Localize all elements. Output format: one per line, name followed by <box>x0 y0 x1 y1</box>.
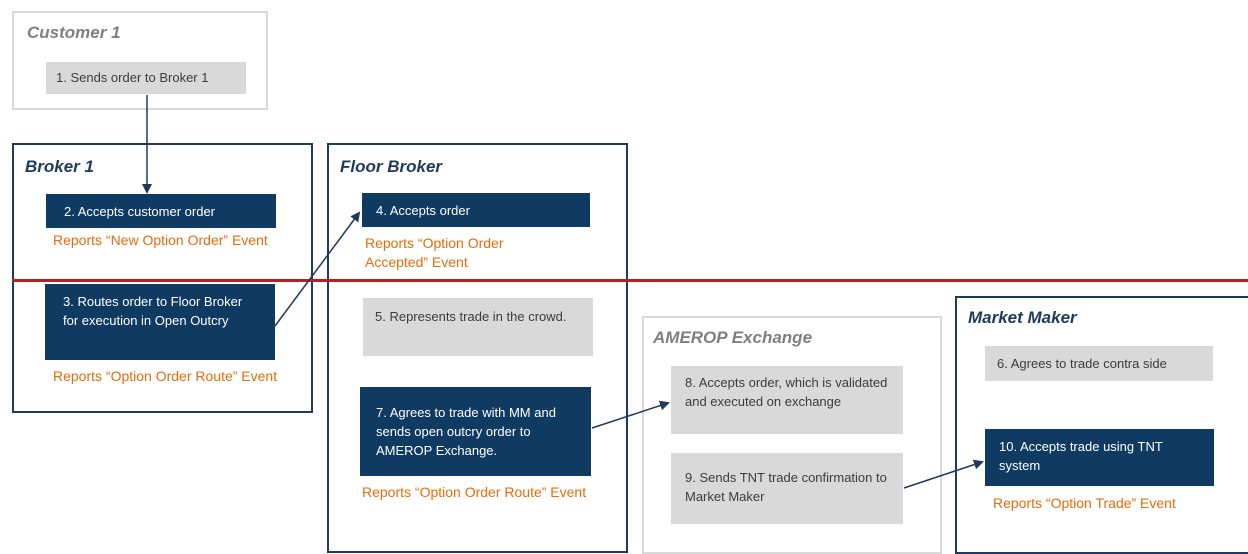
step-9-box: 9. Sends TNT trade confirmation to Marke… <box>671 453 903 524</box>
event-option-order-route-floor: Reports “Option Order Route” Event <box>362 484 587 500</box>
event-new-option-order: Reports “New Option Order” Event <box>53 232 268 248</box>
broker-1-title: Broker 1 <box>25 157 94 176</box>
market-maker-title: Market Maker <box>968 308 1077 327</box>
step-2-box: 2. Accepts customer order <box>46 194 276 228</box>
market-maker-panel: Market Maker <box>955 296 1248 554</box>
divider-line <box>12 279 1248 282</box>
floor-broker-title: Floor Broker <box>340 157 443 176</box>
step-1-box: 1. Sends order to Broker 1 <box>46 62 246 94</box>
customer-1-panel: Customer 1 <box>12 11 268 110</box>
event-option-trade: Reports “Option Trade” Event <box>993 495 1176 511</box>
step-5-box: 5. Represents trade in the crowd. <box>363 298 593 356</box>
step-8-box: 8. Accepts order, which is validated and… <box>671 366 903 434</box>
step-3-box: 3. Routes order to Floor Broker for exec… <box>45 284 275 360</box>
event-option-order-accepted: Reports “Option Order Accepted” Event <box>365 235 504 270</box>
amerop-exchange-title: AMEROP Exchange <box>653 328 813 347</box>
step-10-box: 10. Accepts trade using TNT system <box>985 429 1214 486</box>
step-6-box: 6. Agrees to trade contra side <box>985 346 1213 381</box>
event-option-order-route-broker: Reports “Option Order Route” Event <box>53 368 278 384</box>
step-7-box: 7. Agrees to trade with MM and sends ope… <box>360 387 591 476</box>
step-4-box: 4. Accepts order <box>362 193 590 227</box>
customer-1-title: Customer 1 <box>27 23 121 42</box>
